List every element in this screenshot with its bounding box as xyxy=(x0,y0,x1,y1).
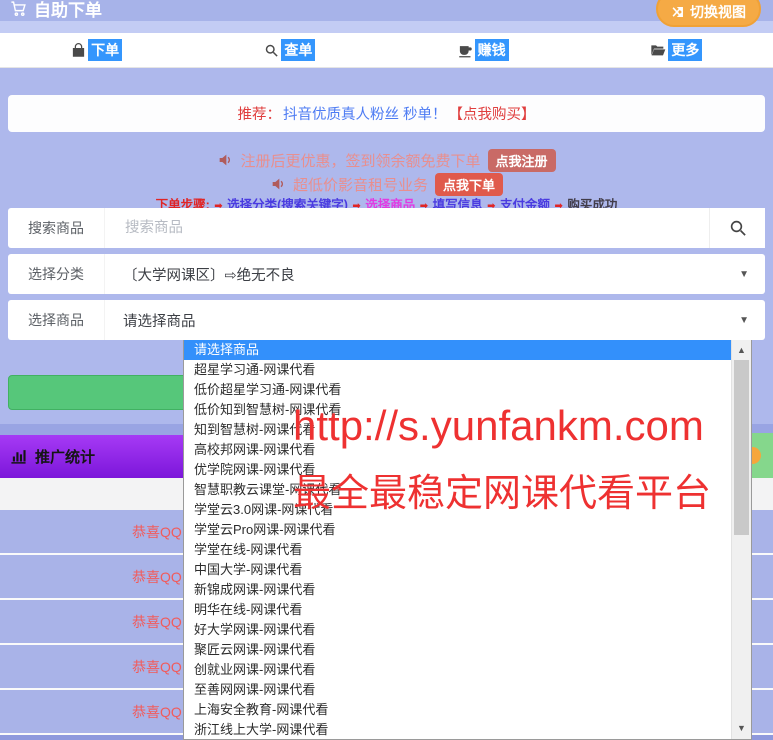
speaker-icon xyxy=(217,152,233,168)
product-dropdown-list: 请选择商品超星学习通-网课代看低价超星学习通-网课代看低价知到智慧树-网课代看知… xyxy=(184,340,731,739)
dropdown-option[interactable]: 低价超星学习通-网课代看 xyxy=(184,380,731,400)
announcement-text: 恭喜QQ xyxy=(132,657,182,677)
category-select[interactable]: 〔大学网课区〕⇨绝无不良 ▼ xyxy=(104,254,765,294)
nav-label-order: 下单 xyxy=(88,39,122,61)
page-title-text: 自助下单 xyxy=(34,0,102,21)
bar-chart-icon xyxy=(10,448,27,465)
nav-label-more: 更多 xyxy=(668,39,702,61)
scroll-down-icon[interactable]: ▼ xyxy=(732,720,751,736)
announcement-text: 恭喜QQ xyxy=(132,612,182,632)
dropdown-option[interactable]: 浙江线上大学-网课代看 xyxy=(184,720,731,739)
cart-icon xyxy=(10,0,27,17)
watermark-url: http://s.yunfankm.com xyxy=(293,402,704,450)
search-row: 搜索商品 xyxy=(8,208,765,248)
notice-register: 注册后更优惠，签到领余额免费下单 点我注册 xyxy=(0,148,773,172)
search-input[interactable] xyxy=(123,219,684,237)
switch-view-button[interactable]: 切换视图 xyxy=(656,0,761,27)
chevron-down-icon: ▼ xyxy=(739,315,749,326)
order-now-button[interactable]: 点我下单 xyxy=(435,173,503,196)
magnifier-icon xyxy=(264,43,279,58)
category-row: 选择分类 〔大学网课区〕⇨绝无不良 ▼ xyxy=(8,254,765,294)
search-field-wrap xyxy=(104,208,709,248)
register-button[interactable]: 点我注册 xyxy=(488,149,556,172)
product-dropdown: 请选择商品超星学习通-网课代看低价超星学习通-网课代看低价知到智慧树-网课代看知… xyxy=(183,340,752,740)
recommendation-banner: 推荐： 抖音优质真人粉丝 秒单！ 【点我购买】 xyxy=(8,95,765,132)
banner-text: 抖音优质真人粉丝 秒单！ xyxy=(283,103,447,124)
promo-stats-label: 推广统计 xyxy=(35,446,95,467)
dropdown-option[interactable]: 中国大学-网课代看 xyxy=(184,560,731,580)
dropdown-option[interactable]: 好大学网课-网课代看 xyxy=(184,620,731,640)
folder-open-icon xyxy=(650,42,666,58)
announcement-text: 恭喜QQ xyxy=(132,567,182,587)
nav-item-more[interactable]: 更多 xyxy=(580,33,773,67)
product-row: 选择商品 请选择商品 ▼ xyxy=(8,300,765,340)
announcement-text: 恭喜QQ xyxy=(132,702,182,722)
dropdown-scrollbar[interactable]: ▲ ▼ xyxy=(731,340,751,739)
notice-register-text: 注册后更优惠，签到领余额免费下单 xyxy=(240,150,480,171)
dropdown-option[interactable]: 学堂云Pro网课-网课代看 xyxy=(184,520,731,540)
magnifier-icon xyxy=(729,219,747,237)
shopping-bag-icon xyxy=(71,43,86,58)
dropdown-option[interactable]: 学堂在线-网课代看 xyxy=(184,540,731,560)
search-button[interactable] xyxy=(709,208,765,248)
dropdown-option[interactable]: 聚匠云网课-网课代看 xyxy=(184,640,731,660)
switch-view-label: 切换视图 xyxy=(690,2,746,22)
product-selected-value: 请选择商品 xyxy=(123,310,196,331)
chevron-down-icon: ▼ xyxy=(739,269,749,280)
nav-label-query: 查单 xyxy=(281,39,315,61)
nav-item-earn[interactable]: 赚钱 xyxy=(387,33,580,67)
dropdown-option[interactable]: 超星学习通-网课代看 xyxy=(184,360,731,380)
coffee-cup-icon xyxy=(458,43,473,58)
dropdown-option[interactable]: 新锦成网课-网课代看 xyxy=(184,580,731,600)
scrollbar-thumb[interactable] xyxy=(734,360,749,535)
category-selected-value: 〔大学网课区〕⇨绝无不良 xyxy=(123,264,295,285)
scroll-up-icon[interactable]: ▲ xyxy=(732,342,751,358)
product-select[interactable]: 请选择商品 ▼ xyxy=(104,300,765,340)
dropdown-option[interactable]: 上海安全教育-网课代看 xyxy=(184,700,731,720)
nav-item-order[interactable]: 下单 xyxy=(0,33,193,67)
dropdown-option[interactable]: 明华在线-网课代看 xyxy=(184,600,731,620)
notice-rental-text: 超低价影音租号业务 xyxy=(293,174,428,195)
search-label: 搜索商品 xyxy=(8,218,104,238)
notice-rental: 超低价影音租号业务 点我下单 xyxy=(0,172,773,196)
dropdown-option[interactable]: 创就业网课-网课代看 xyxy=(184,660,731,680)
shuffle-arrows-icon xyxy=(671,5,685,19)
self-order-page: 自助下单 切换视图 下单 查单 xyxy=(0,0,773,740)
dropdown-option[interactable]: 请选择商品 xyxy=(184,340,731,360)
product-label: 选择商品 xyxy=(8,310,104,330)
watermark-slogan: 最全最稳定网课代看平台 xyxy=(293,462,711,517)
category-label: 选择分类 xyxy=(8,264,104,284)
banner-prefix: 推荐： xyxy=(237,103,281,124)
page-title: 自助下单 xyxy=(10,0,102,21)
nav-label-earn: 赚钱 xyxy=(475,39,509,61)
nav-item-query[interactable]: 查单 xyxy=(193,33,386,67)
dropdown-option[interactable]: 至善网网课-网课代看 xyxy=(184,680,731,700)
announcement-text: 恭喜QQ xyxy=(132,522,182,542)
nav-bar: 下单 查单 赚钱 更多 xyxy=(0,33,773,68)
speaker-icon xyxy=(270,176,286,192)
banner-buy-link[interactable]: 【点我购买】 xyxy=(449,103,536,124)
